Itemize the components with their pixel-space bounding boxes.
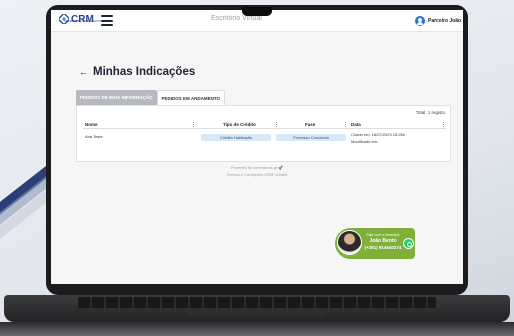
cell-name: Ana Teste	[85, 134, 103, 139]
camera-notch	[242, 7, 272, 16]
cell-modified-date: Modificado em:	[351, 139, 379, 144]
tab-in-progress[interactable]: PEDIDOS EM ANDAMENTO	[156, 90, 226, 105]
credit-type-badge: Crédito Habitação	[201, 134, 271, 141]
column-header-name[interactable]: Nome	[85, 122, 98, 127]
manager-phone: (+351) 914640274	[364, 245, 402, 250]
manager-photo	[337, 230, 362, 255]
manager-name: João Bento	[369, 238, 397, 244]
tab-more-info[interactable]: PEDIDOS DE MAIS INFORMAÇÃO	[76, 90, 157, 105]
column-separator	[443, 122, 444, 127]
powered-by-text: Powered by commands.pt	[230, 165, 278, 170]
laptop-stand	[0, 322, 514, 336]
table-row[interactable]: Ana Teste Crédito Habitação Processo Con…	[83, 132, 446, 148]
column-header-date[interactable]: Data	[351, 122, 361, 127]
terms-link[interactable]: Termos e Condições CRM Crédito	[51, 172, 463, 177]
user-avatar-icon	[415, 16, 425, 26]
user-name: Parceiro João	[428, 18, 462, 24]
back-arrow-icon[interactable]: ←	[79, 67, 88, 77]
user-menu[interactable]: Parceiro João	[411, 10, 463, 32]
account-manager-card[interactable]: Fale com o Gestor(a) João Bento (+351) 9…	[335, 228, 415, 259]
header-title: Escritório Virtual	[211, 15, 262, 22]
page-title: Minhas Indicações	[93, 66, 196, 78]
column-separator	[276, 122, 277, 127]
referrals-table-card: Total: 1 registo Nome Tipo de Crédito Fa…	[76, 105, 451, 162]
logo-subtitle: INTERMEDIAÇÃO DE CRÉDITO	[64, 20, 101, 23]
phase-badge: Processo Concluído	[276, 134, 346, 141]
tab-bar: PEDIDOS DE MAIS INFORMAÇÃO PEDIDOS EM AN…	[76, 90, 226, 105]
total-count: Total: 1 registo	[415, 110, 445, 115]
laptop-keyboard	[78, 297, 436, 308]
column-separator	[345, 122, 346, 127]
table-header: Nome Tipo de Crédito Fase Data	[83, 121, 446, 129]
page-title-row: ← Minhas Indicações	[79, 66, 195, 78]
menu-icon[interactable]	[101, 15, 113, 26]
column-header-phase[interactable]: Fase	[305, 122, 315, 127]
cell-created-date: Criado em: 18/07/2023 15:26h	[351, 132, 406, 137]
rocket-icon: 🚀	[278, 165, 284, 170]
column-header-credit-type[interactable]: Tipo de Crédito	[223, 122, 256, 127]
powered-by: Powered by commands.pt 🚀	[51, 165, 463, 170]
whatsapp-icon[interactable]	[403, 238, 414, 249]
laptop-trackpad	[188, 308, 326, 316]
manager-label: Fale com o Gestor(a)	[366, 233, 400, 237]
column-separator	[193, 122, 194, 127]
